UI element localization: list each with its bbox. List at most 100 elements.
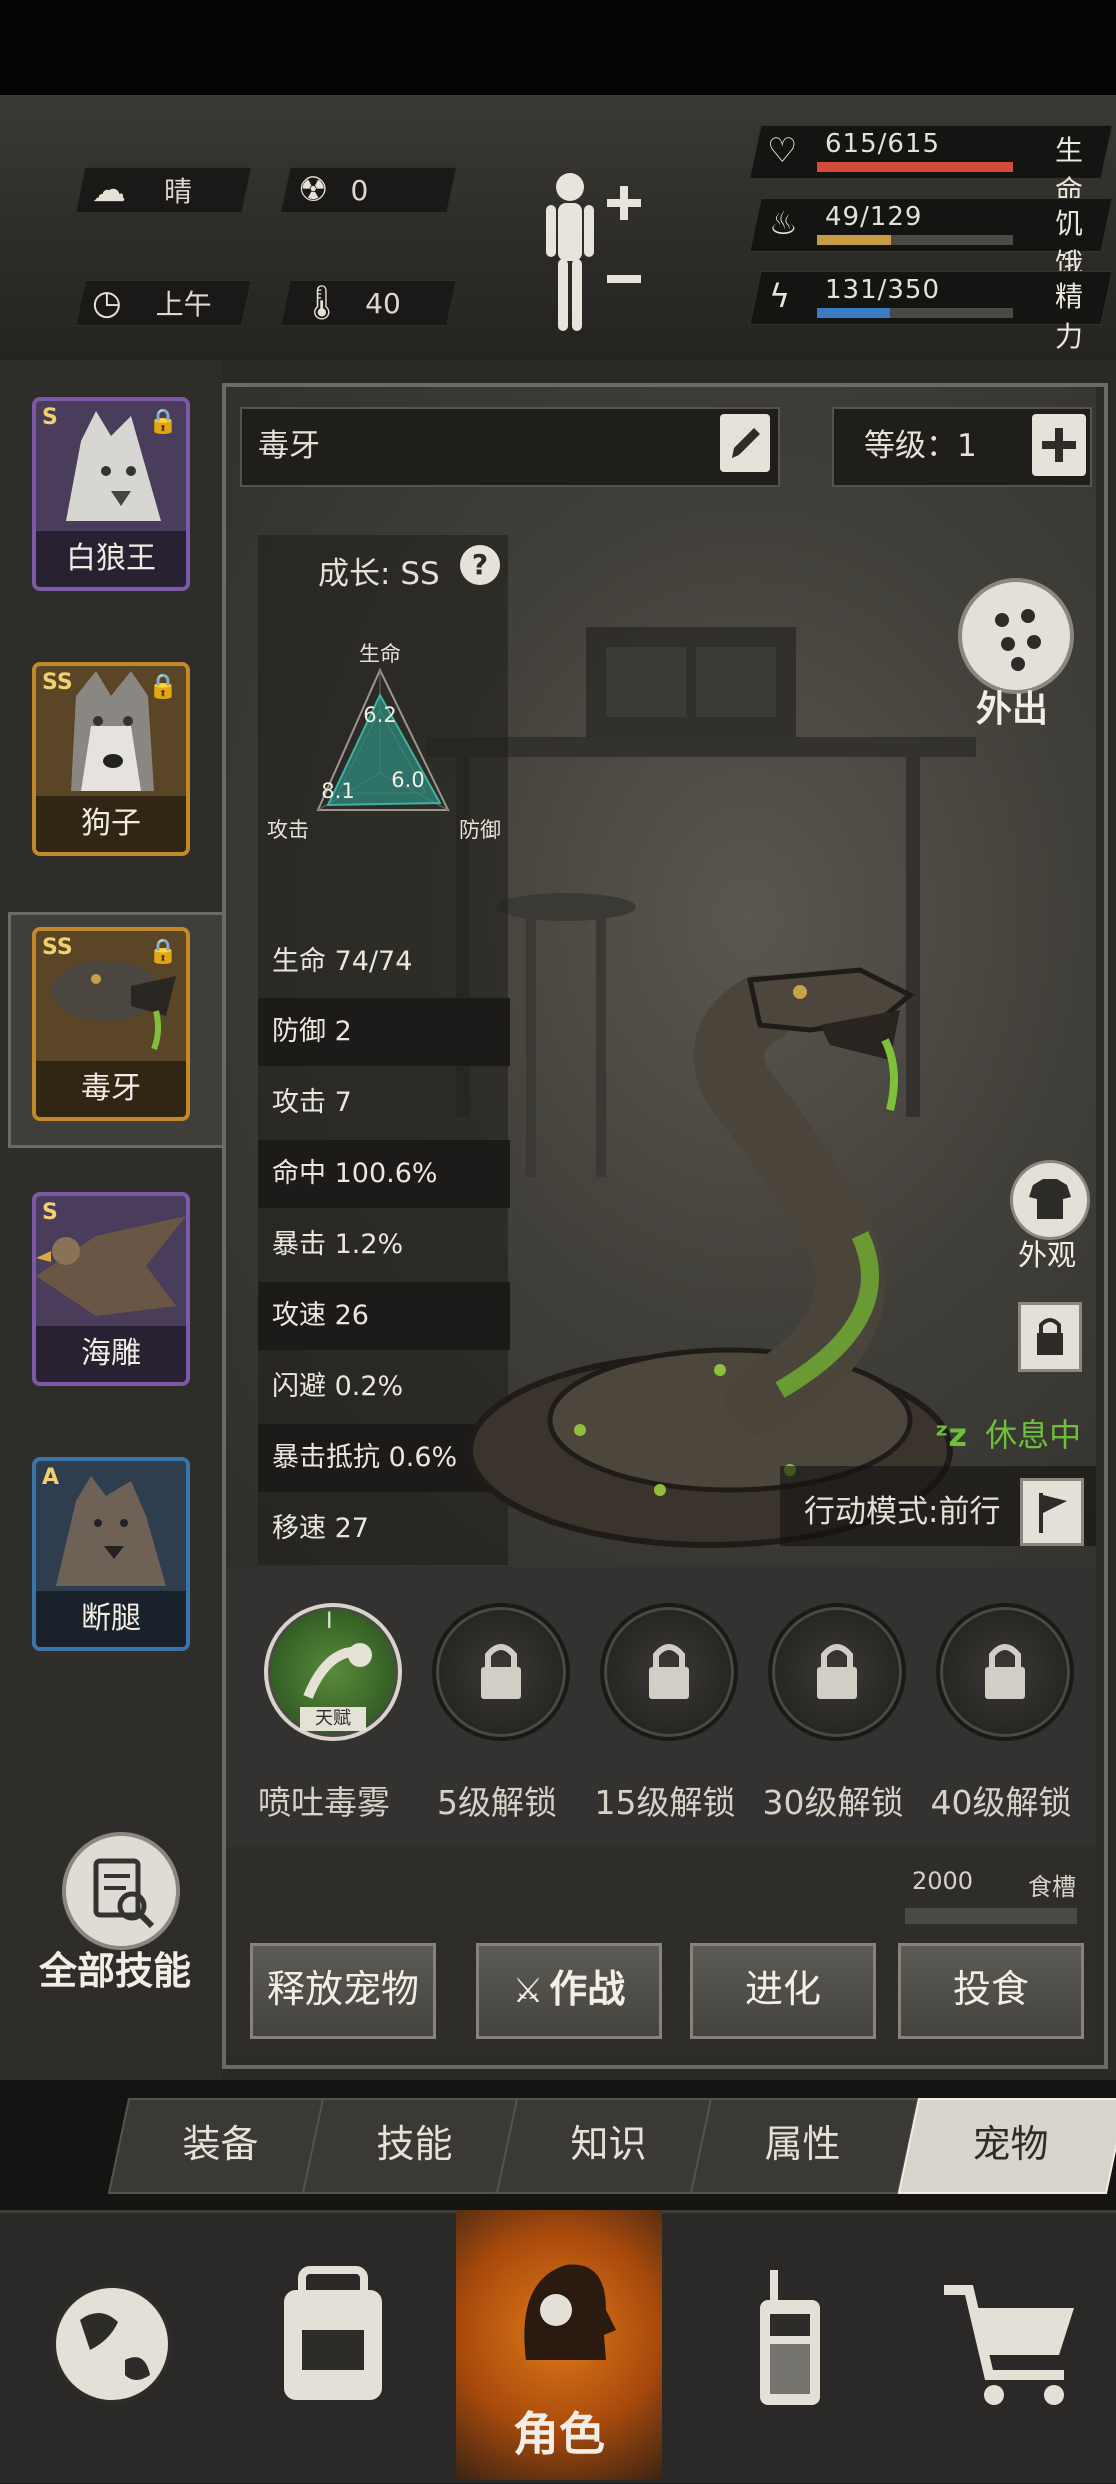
status-panel: ☁ 晴 ☢ 0 ◷ 上午 🌡 40 ♡ 615/615 生命 ♨ 49/129 …	[0, 95, 1116, 363]
growth-radar: 生命 防御 攻击 6.2 6.0 8.1	[258, 635, 510, 850]
skill-slot-locked[interactable]	[936, 1603, 1074, 1741]
battle-button[interactable]: ⚔ 作战	[476, 1943, 662, 2039]
radiation-icon: ☢	[298, 170, 329, 210]
tab-knowledge[interactable]: 知识	[506, 2098, 711, 2190]
feed-button[interactable]: 投食	[898, 1943, 1084, 2039]
trough-value: 2000	[912, 1867, 974, 1895]
all-skills-label[interactable]: 全部技能	[30, 1940, 200, 1995]
energy-value: 131/350	[825, 275, 941, 305]
cloudy-weather-icon: ☁	[92, 170, 126, 210]
action-mode-button[interactable]	[1020, 1478, 1084, 1546]
appearance-label[interactable]: 外观	[1000, 1232, 1094, 1274]
pet-rank: SS	[42, 935, 73, 960]
temperature-value: 40	[365, 286, 401, 320]
skill-slot-spit-venom[interactable]: 天赋 I	[264, 1603, 402, 1741]
tab-pets[interactable]: 宠物	[908, 2098, 1113, 2190]
evolve-button[interactable]: 进化	[690, 1943, 876, 2039]
lock-icon	[1037, 1318, 1063, 1355]
lock-icon	[481, 1644, 521, 1699]
nav-radio[interactable]	[676, 2210, 898, 2480]
energy-label: 精力	[1055, 280, 1084, 353]
help-icon[interactable]: ?	[460, 545, 500, 585]
pencil-icon	[732, 428, 760, 458]
pet-name: 毒牙	[36, 1061, 186, 1117]
weather-value: 晴	[164, 175, 193, 208]
radar-value-hp: 6.2	[363, 703, 396, 727]
pet-rank: S	[42, 1200, 58, 1225]
skill-slot-locked[interactable]	[600, 1603, 738, 1741]
plus-icon	[1042, 428, 1076, 462]
paw-prints-icon	[995, 609, 1041, 671]
cart-icon	[944, 2285, 1074, 2405]
energy-fill	[817, 308, 890, 318]
tab-equipment[interactable]: 装备	[118, 2098, 323, 2190]
body-status-figure[interactable]	[540, 165, 650, 345]
lock-icon	[817, 1644, 857, 1699]
flag-icon	[1039, 1493, 1067, 1533]
pet-rank: A	[42, 1465, 60, 1490]
level-label: 等级：	[864, 428, 957, 464]
heart-icon: ♡	[767, 131, 798, 171]
growth-value: SS	[400, 556, 440, 592]
pet-rank: S	[42, 405, 58, 430]
pet-card-broken-leg[interactable]: A 断腿	[32, 1457, 190, 1651]
go-out-button[interactable]	[958, 578, 1074, 694]
lock-icon: 🔒	[148, 937, 178, 965]
pet-name: 狗子	[36, 796, 186, 852]
stomach-icon: ♨	[769, 204, 798, 242]
nav-inventory[interactable]	[222, 2210, 444, 2480]
skill-slot-locked[interactable]	[768, 1603, 906, 1741]
growth-label: 成长:	[318, 556, 391, 592]
nav-shop[interactable]	[894, 2210, 1116, 2480]
backpack-icon	[284, 2266, 382, 2400]
health-label: 生命	[1055, 134, 1084, 207]
radar-value-atk: 8.1	[321, 779, 354, 803]
pet-card-sea-eagle[interactable]: S 海雕	[32, 1192, 190, 1386]
pet-name: 白狼王	[36, 531, 186, 587]
pet-name: 海雕	[36, 1326, 186, 1382]
clock-icon: ◷	[92, 283, 122, 323]
skill-label: 30级解锁	[762, 1783, 904, 1822]
release-pet-button[interactable]: 释放宠物	[250, 1943, 436, 2039]
lock-icon	[649, 1644, 689, 1699]
human-figure-icon	[546, 173, 641, 331]
growth-rating: 成长: SS	[318, 548, 440, 593]
claw-icon: ⚔	[512, 1971, 544, 2011]
trough-bar	[905, 1908, 1077, 1924]
energy-icon: ϟ	[769, 277, 791, 315]
pet-card-dog[interactable]: SS 🔒 狗子	[32, 662, 190, 856]
lock-icon	[985, 1644, 1025, 1699]
appearance-button[interactable]	[1010, 1160, 1090, 1240]
hunger-fill	[817, 235, 892, 245]
skill-label: 15级解锁	[594, 1783, 736, 1822]
level-up-button[interactable]	[1032, 414, 1086, 476]
edit-name-button[interactable]	[720, 414, 770, 472]
action-mode-label: 行动模式:前行	[804, 1494, 1001, 1530]
radar-axis-atk: 攻击	[267, 818, 309, 842]
nav-character-label: 角色	[513, 2407, 605, 2461]
sleep-icon: ᶻz	[935, 1416, 967, 1454]
pet-name-box	[240, 407, 780, 487]
nav-character[interactable]: 角色	[456, 2210, 662, 2480]
talent-badge: 天赋	[300, 1707, 366, 1731]
skill-label: 5级解锁	[437, 1783, 557, 1822]
go-out-label[interactable]: 外出	[958, 680, 1066, 732]
level-value: 1	[957, 428, 977, 464]
pet-name: 断腿	[36, 1591, 186, 1647]
skill-label: 喷吐毒雾	[258, 1783, 390, 1822]
pet-card-white-wolf-king[interactable]: S 🔒 白狼王	[32, 397, 190, 591]
hunger-value: 49/129	[825, 202, 923, 232]
nav-map[interactable]	[0, 2210, 222, 2480]
all-skills-icon[interactable]	[62, 1832, 180, 1950]
pet-status: ᶻz 休息中	[935, 1416, 1082, 1454]
lock-button[interactable]	[1018, 1302, 1082, 1372]
health-value: 615/615	[825, 129, 941, 159]
tab-skills[interactable]: 技能	[312, 2098, 517, 2190]
trough-label: 食槽	[1028, 1873, 1076, 1901]
tab-attributes[interactable]: 属性	[700, 2098, 905, 2190]
skill-slot-locked[interactable]	[432, 1603, 570, 1741]
lock-icon: 🔒	[148, 672, 178, 700]
skill-label: 40级解锁	[930, 1783, 1072, 1822]
pet-rank: SS	[42, 670, 73, 695]
pet-card-venom-fang[interactable]: SS 🔒 毒牙	[32, 927, 190, 1121]
